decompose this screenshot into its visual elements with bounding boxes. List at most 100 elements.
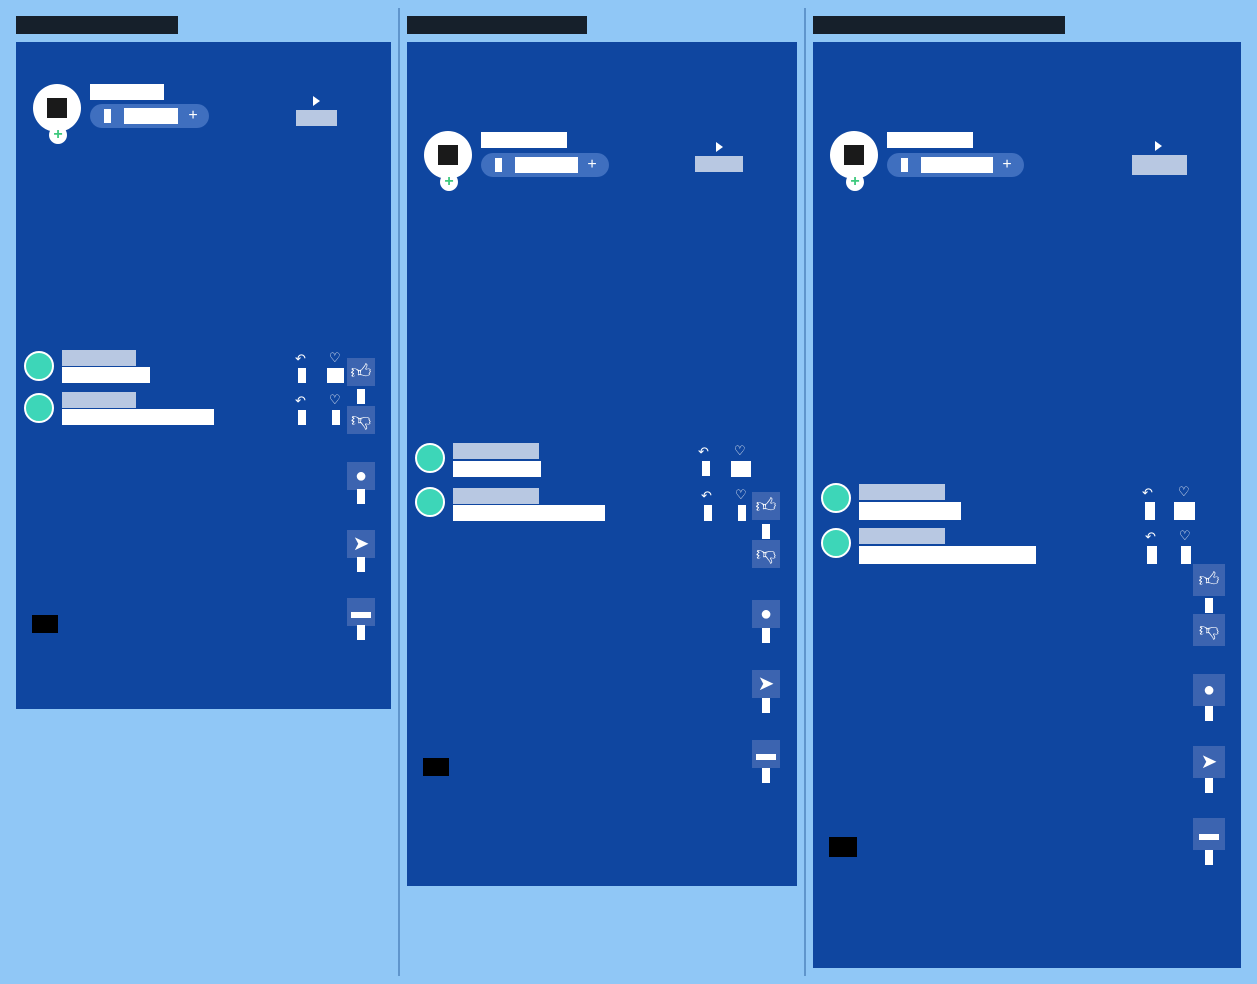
reply-icon[interactable]: ↶ [1142,486,1153,499]
share-icon[interactable]: ➤ [347,530,375,558]
pill-value [515,157,578,173]
profile-avatar[interactable]: + [424,131,472,191]
phone-screen-1: + + ↶ ♡ ↶ ♡ 👍︎ 👎︎ ● ➤ ▬ [16,42,391,709]
caption-block [423,758,449,776]
comment-text [859,546,1036,564]
reply-icon[interactable]: ↶ [701,489,712,502]
comment-avatar[interactable] [821,483,851,513]
avatar-image [438,145,458,165]
follow-pill[interactable]: + [90,104,209,128]
caption-block [32,615,58,633]
comment-avatar[interactable] [415,443,445,473]
share-icon[interactable]: ➤ [752,670,780,698]
share-count [357,557,365,572]
reply-icon[interactable]: ↶ [295,394,306,407]
like-count [332,410,340,425]
play-label [296,110,337,126]
avatar-image [47,98,67,118]
pill-add-icon[interactable]: + [582,153,602,177]
comment-icon[interactable]: ● [1193,674,1225,706]
profile-name [90,84,164,100]
phone-screen-2: + + ↶ ♡ ↶ ♡ 👍︎ 👎︎ ● ➤ ▬ [407,42,797,886]
heart-icon[interactable]: ♡ [329,393,341,406]
reply-count [298,410,306,425]
profile-avatar[interactable]: + [33,84,81,144]
like-count [731,461,751,477]
play-label [695,156,743,172]
heart-icon[interactable]: ♡ [734,444,746,457]
reply-count [298,368,306,383]
pill-add-icon[interactable]: + [997,153,1017,177]
column-divider [804,8,806,976]
comment-avatar[interactable] [24,351,54,381]
thumbs-up-icon[interactable]: 👍︎ [752,492,780,520]
column-divider [398,8,400,976]
bookmark-icon[interactable]: ▬ [1193,818,1225,850]
like-count [738,505,746,521]
save-count [1205,850,1213,865]
play-icon[interactable] [716,142,723,152]
heart-icon[interactable]: ♡ [1178,485,1190,498]
comment-icon[interactable]: ● [752,600,780,628]
thumbs-down-icon[interactable]: 👎︎ [1193,614,1225,646]
column-title-1 [16,16,178,34]
thumbs-up-icon[interactable]: 👍︎ [347,358,375,386]
follow-pill[interactable]: + [887,153,1024,177]
comment-count [1205,706,1213,721]
follow-plus-icon[interactable]: + [440,173,458,191]
avatar-image [844,145,864,165]
pill-value [921,157,993,173]
comment-username[interactable] [859,484,945,500]
comment-count [762,628,770,643]
play-label [1132,155,1187,175]
share-icon[interactable]: ➤ [1193,746,1225,778]
profile-name [887,132,973,148]
follow-plus-icon[interactable]: + [49,126,67,144]
reply-icon[interactable]: ↶ [1145,530,1156,543]
follow-pill[interactable]: + [481,153,609,177]
thumbs-down-icon[interactable]: 👎︎ [752,540,780,568]
follow-plus-icon[interactable]: + [846,173,864,191]
reply-count [702,461,710,476]
save-count [762,768,770,783]
comment-avatar[interactable] [24,393,54,423]
column-title-3 [813,16,1065,34]
reply-icon[interactable]: ↶ [698,445,709,458]
reply-count [1145,502,1155,520]
bookmark-icon[interactable]: ▬ [347,598,375,626]
comment-username[interactable] [859,528,945,544]
bookmark-icon[interactable]: ▬ [752,740,780,768]
comment-avatar[interactable] [821,528,851,558]
comment-username[interactable] [453,443,539,459]
pill-value [124,108,178,124]
comment-text [453,461,541,477]
comment-avatar[interactable] [415,487,445,517]
comment-text [859,502,961,520]
play-icon[interactable] [313,96,320,106]
reply-icon[interactable]: ↶ [295,352,306,365]
comment-text [62,409,214,425]
heart-icon[interactable]: ♡ [1179,529,1191,542]
like-count [1205,598,1213,613]
like-count [1174,502,1195,520]
comment-username[interactable] [453,488,539,504]
comment-text [62,367,150,383]
play-icon[interactable] [1155,141,1162,151]
reply-count [1147,546,1157,564]
reply-count [704,505,712,521]
heart-icon[interactable]: ♡ [329,351,341,364]
comment-username[interactable] [62,350,136,366]
share-count [762,698,770,713]
pill-add-icon[interactable]: + [183,104,203,128]
thumbs-up-icon[interactable]: 👍︎ [1193,564,1225,596]
pill-indicator [104,109,111,123]
comment-username[interactable] [62,392,136,408]
phone-screen-3: + + ↶ ♡ ↶ ♡ 👍︎ 👎︎ ● ➤ ▬ [813,42,1241,968]
heart-icon[interactable]: ♡ [735,488,747,501]
comment-text [453,505,605,521]
pill-indicator [495,158,502,172]
comment-icon[interactable]: ● [347,462,375,490]
caption-block [829,837,857,857]
profile-avatar[interactable]: + [830,131,878,191]
thumbs-down-icon[interactable]: 👎︎ [347,406,375,434]
